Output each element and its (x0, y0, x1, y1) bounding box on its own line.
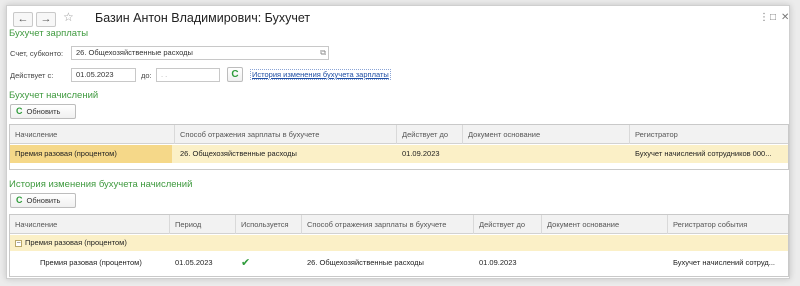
valid-to-cell[interactable]: 01.09.2023 (397, 145, 463, 163)
column-header[interactable]: Начисление (10, 125, 175, 144)
method-cell[interactable]: 26. Общехозяйственные расходы (175, 145, 397, 163)
refresh-icon: C (16, 195, 23, 205)
refresh-salary-button[interactable]: C (227, 67, 243, 82)
valid-to-field[interactable]: . . (156, 68, 220, 82)
valid-to-cell[interactable]: 01.09.2023 (474, 253, 542, 273)
close-window-icon[interactable]: ✕ (781, 13, 789, 23)
group-row-cell: − Премия разовая (процентом) (10, 235, 210, 251)
accruals-refresh-label: Обновить (26, 107, 61, 116)
registrar-cell[interactable]: Бухучет начислений сотруд... (668, 253, 788, 273)
history-refresh-button[interactable]: C Обновить (10, 193, 76, 208)
column-header[interactable]: Действует до (474, 215, 542, 234)
registrar-cell[interactable]: Бухучет начислений сотрудников 000... (630, 145, 788, 163)
accrual-cell[interactable]: Премия разовая (процентом) (10, 253, 170, 273)
accruals-table-header: Начисление Способ отражения зарплаты в б… (10, 125, 788, 144)
checkmark-icon: ✔ (241, 257, 251, 269)
history-table: Начисление Период Используется Способ от… (9, 214, 789, 277)
valid-to-label: до: (141, 71, 152, 80)
table-row[interactable]: Премия разовая (процентом) 01.05.2023 ✔ … (10, 253, 788, 273)
refresh-icon: C (231, 69, 239, 80)
group-row-label: Премия разовая (процентом) (25, 238, 127, 247)
column-header[interactable]: Способ отражения зарплаты в бухучете (175, 125, 397, 144)
column-header[interactable]: Действует до (397, 125, 463, 144)
refresh-icon: C (16, 106, 23, 116)
account-field[interactable]: 26. Общехозяйственные расходы ⧉ (71, 46, 329, 60)
forward-button[interactable]: → (36, 12, 56, 27)
salary-section-title: Бухучет зарплаты (9, 28, 89, 39)
back-button[interactable]: ← (13, 12, 33, 27)
valid-to-placeholder: . . (161, 70, 168, 79)
column-header[interactable]: Период (170, 215, 236, 234)
arrow-right-icon: → (40, 13, 52, 25)
history-refresh-label: Обновить (26, 196, 61, 205)
valid-from-value: 01.05.2023 (76, 70, 114, 79)
valid-from-field[interactable]: 01.05.2023 (71, 68, 136, 82)
account-label: Счет, субконто: (10, 49, 64, 58)
form-window: ← → ☆ Базин Антон Владимирович: Бухучет … (6, 5, 790, 279)
group-row[interactable]: − Премия разовая (процентом) (10, 235, 788, 251)
accruals-table: Начисление Способ отражения зарплаты в б… (9, 124, 789, 170)
favorite-star-icon[interactable]: ☆ (63, 11, 74, 23)
salary-history-link-text: История изменения бухучета зарплаты (250, 69, 391, 80)
history-section-title: История изменения бухучета начислений (9, 179, 193, 190)
column-header[interactable]: Начисление (10, 215, 170, 234)
open-copy-icon[interactable]: ⧉ (320, 47, 326, 59)
arrow-left-icon: ← (17, 13, 29, 25)
page-title: Базин Антон Владимирович: Бухучет (95, 11, 311, 25)
period-cell[interactable]: 01.05.2023 (170, 253, 236, 273)
used-cell[interactable]: ✔ (236, 253, 302, 274)
column-header[interactable]: Используется (236, 215, 302, 234)
accrual-cell[interactable]: Премия разовая (процентом) (10, 145, 172, 163)
column-header[interactable]: Документ основание (463, 125, 630, 144)
account-value: 26. Общехозяйственные расходы (76, 48, 193, 57)
column-header[interactable]: Регистратор (630, 125, 788, 144)
column-header[interactable]: Регистратор события (668, 215, 788, 234)
collapse-icon[interactable]: − (15, 239, 22, 247)
more-menu-icon[interactable]: ⋮ (759, 13, 769, 23)
accruals-section-title: Бухучет начислений (9, 90, 99, 101)
valid-from-label: Действует с: (10, 71, 54, 80)
table-row[interactable]: Премия разовая (процентом) 26. Общехозяй… (10, 145, 788, 163)
restore-window-icon[interactable]: □ (770, 13, 776, 23)
column-header[interactable]: Способ отражения зарплаты в бухучете (302, 215, 474, 234)
method-cell[interactable]: 26. Общехозяйственные расходы (302, 253, 474, 273)
accruals-refresh-button[interactable]: C Обновить (10, 104, 76, 119)
history-table-header: Начисление Период Используется Способ от… (10, 215, 788, 234)
column-header[interactable]: Документ основание (542, 215, 668, 234)
title-bar: ← → ☆ Базин Антон Владимирович: Бухучет … (7, 6, 789, 32)
salary-history-link[interactable]: История изменения бухучета зарплаты (250, 69, 391, 80)
